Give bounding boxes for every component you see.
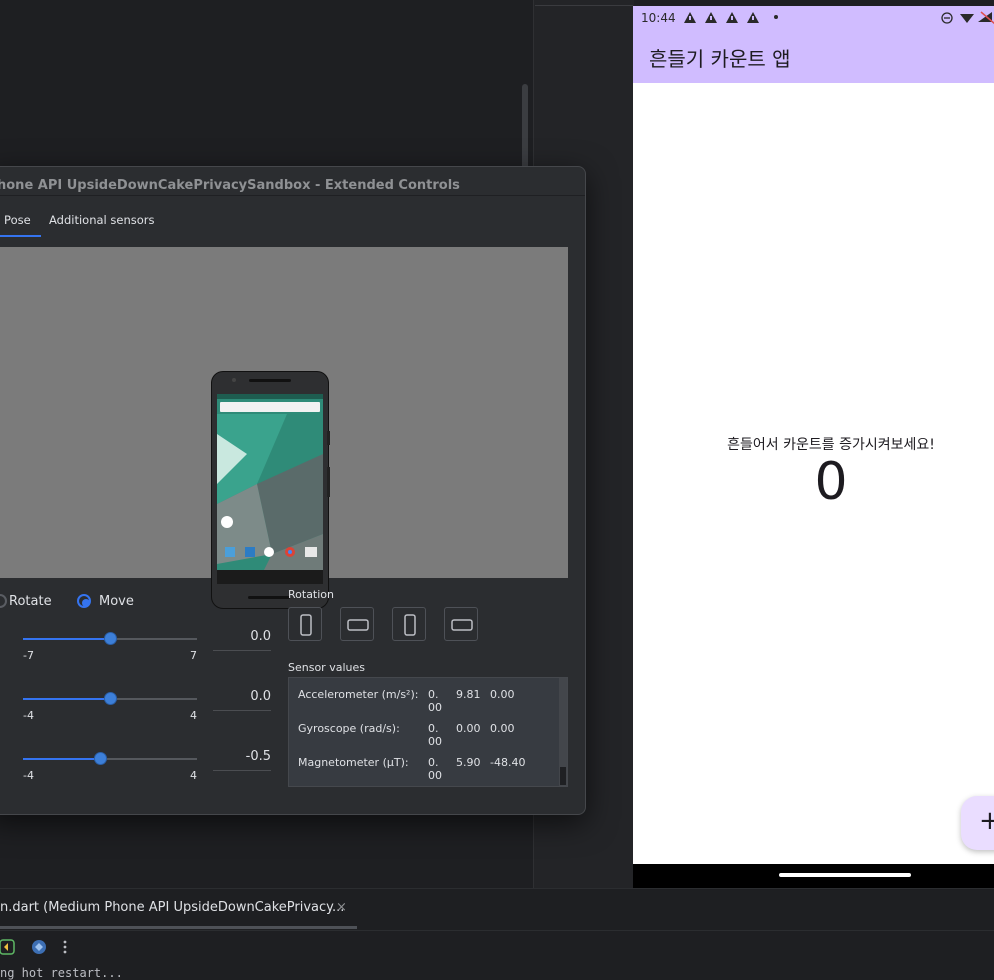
magnetometer-y: 5.90: [456, 756, 481, 769]
scrollbar-thumb[interactable]: [560, 767, 566, 785]
divider: [0, 195, 585, 196]
divider: [0, 930, 994, 931]
divider: [535, 5, 633, 6]
rotate-reverse-portrait-button[interactable]: [392, 607, 426, 641]
status-time: 10:44: [641, 11, 676, 25]
camera-icon: [232, 378, 236, 382]
slider-min-label: -7: [23, 649, 34, 662]
increment-fab-button[interactable]: +: [961, 796, 994, 850]
rotate-label: Rotate: [9, 594, 52, 609]
portrait-icon: [300, 614, 312, 636]
slider-min-label: -4: [23, 709, 34, 722]
x-slider-thumb[interactable]: [104, 632, 117, 645]
gyroscope-y: 0.00: [456, 722, 481, 735]
move-label: Move: [99, 594, 134, 609]
warning-icon: [726, 12, 738, 23]
speaker-grille: [249, 379, 291, 382]
close-icon[interactable]: ×: [336, 900, 347, 915]
accelerometer-y: 9.81: [456, 688, 481, 701]
slider-fill: [23, 638, 111, 640]
run-toolbar: [0, 939, 67, 955]
shake-counter: 0: [814, 452, 848, 512]
landscape-icon: [347, 619, 369, 631]
gyroscope-z: 0.00: [490, 722, 515, 735]
tab-label: ce Pose: [0, 213, 31, 227]
radio-selected-dot: [82, 599, 90, 607]
console-output: ng hot restart...: [0, 966, 123, 980]
tab-additional-sensors[interactable]: Additional sensors: [49, 213, 155, 227]
warning-icon: [684, 12, 696, 23]
rotate-landscape-button[interactable]: [340, 607, 374, 641]
magnetometer-z: -48.40: [490, 756, 526, 769]
flutter-devtools-icon[interactable]: [32, 940, 46, 954]
hot-reload-icon[interactable]: [0, 939, 15, 955]
z-value-field[interactable]: -0.5: [213, 748, 271, 771]
active-tab-indicator: [0, 926, 357, 929]
rotation-label: Rotation: [288, 588, 335, 601]
rotate-portrait-button[interactable]: [288, 607, 322, 641]
phone-bottom-grille: [248, 596, 290, 599]
gyroscope-label: Gyroscope (rad/s):: [298, 722, 400, 735]
slider-max-label: 7: [190, 649, 197, 662]
device-pose-preview[interactable]: [0, 247, 568, 609]
extended-controls-window: hone API UpsideDownCakePrivacySandbox - …: [0, 166, 586, 815]
android-emulator-screen[interactable]: 10:44 흔들기 카운트 앱 흔들어서 카운트를 증가시켜보세요! 0 +: [633, 6, 994, 888]
y-slider-thumb[interactable]: [104, 692, 117, 705]
rotate-radio[interactable]: [0, 594, 7, 608]
sensor-values-label: Sensor values: [288, 661, 365, 674]
status-icons: [941, 11, 994, 25]
magnetometer-x: 0.: [428, 756, 439, 769]
gyroscope-x-cont: 00: [428, 735, 442, 748]
slider-fill: [23, 758, 101, 760]
accelerometer-x: 0.: [428, 688, 439, 701]
app-title: 흔들기 카운트 앱: [649, 47, 791, 71]
slider-max-label: 4: [190, 709, 197, 722]
reverse-landscape-icon: [451, 619, 473, 631]
move-radio[interactable]: [77, 594, 91, 608]
tab-device-pose[interactable]: ce Pose: [0, 213, 31, 227]
notification-dot-icon: [774, 15, 778, 19]
phone-model: [211, 371, 329, 609]
x-value-field[interactable]: 0.0: [213, 628, 271, 651]
magnetometer-x-cont: 00: [428, 769, 442, 782]
plus-icon: +: [979, 806, 994, 836]
magnetometer-label: Magnetometer (μT):: [298, 756, 409, 769]
reverse-portrait-icon: [404, 614, 416, 636]
slider-max-label: 4: [190, 769, 197, 782]
tab-label: Additional sensors: [49, 213, 155, 227]
accelerometer-x-cont: 00: [428, 701, 442, 714]
y-value-field[interactable]: 0.0: [213, 688, 271, 711]
gyroscope-x: 0.: [428, 722, 439, 735]
phone-screen: [217, 394, 323, 584]
more-options-icon[interactable]: [63, 940, 67, 954]
accelerometer-label: Accelerometer (m/s²):: [298, 688, 419, 701]
z-slider-thumb[interactable]: [94, 752, 107, 765]
accelerometer-z: 0.00: [490, 688, 515, 701]
slider-min-label: -4: [23, 769, 34, 782]
warning-icon: [705, 12, 717, 23]
slider-fill: [23, 698, 111, 700]
run-tab[interactable]: n.dart (Medium Phone API UpsideDownCakeP…: [0, 900, 344, 915]
phone-side-button: [327, 467, 330, 497]
wallpaper-graphic: [217, 394, 323, 584]
home-gesture-handle[interactable]: [779, 873, 911, 877]
editor-scrollbar[interactable]: [522, 84, 528, 174]
shake-message: 흔들어서 카운트를 증가시켜보세요!: [727, 437, 935, 453]
phone-side-button: [327, 431, 330, 445]
active-tab-indicator: [0, 235, 41, 237]
warning-icon: [747, 12, 759, 23]
navigation-bar: [633, 864, 994, 888]
rotate-reverse-landscape-button[interactable]: [444, 607, 478, 641]
